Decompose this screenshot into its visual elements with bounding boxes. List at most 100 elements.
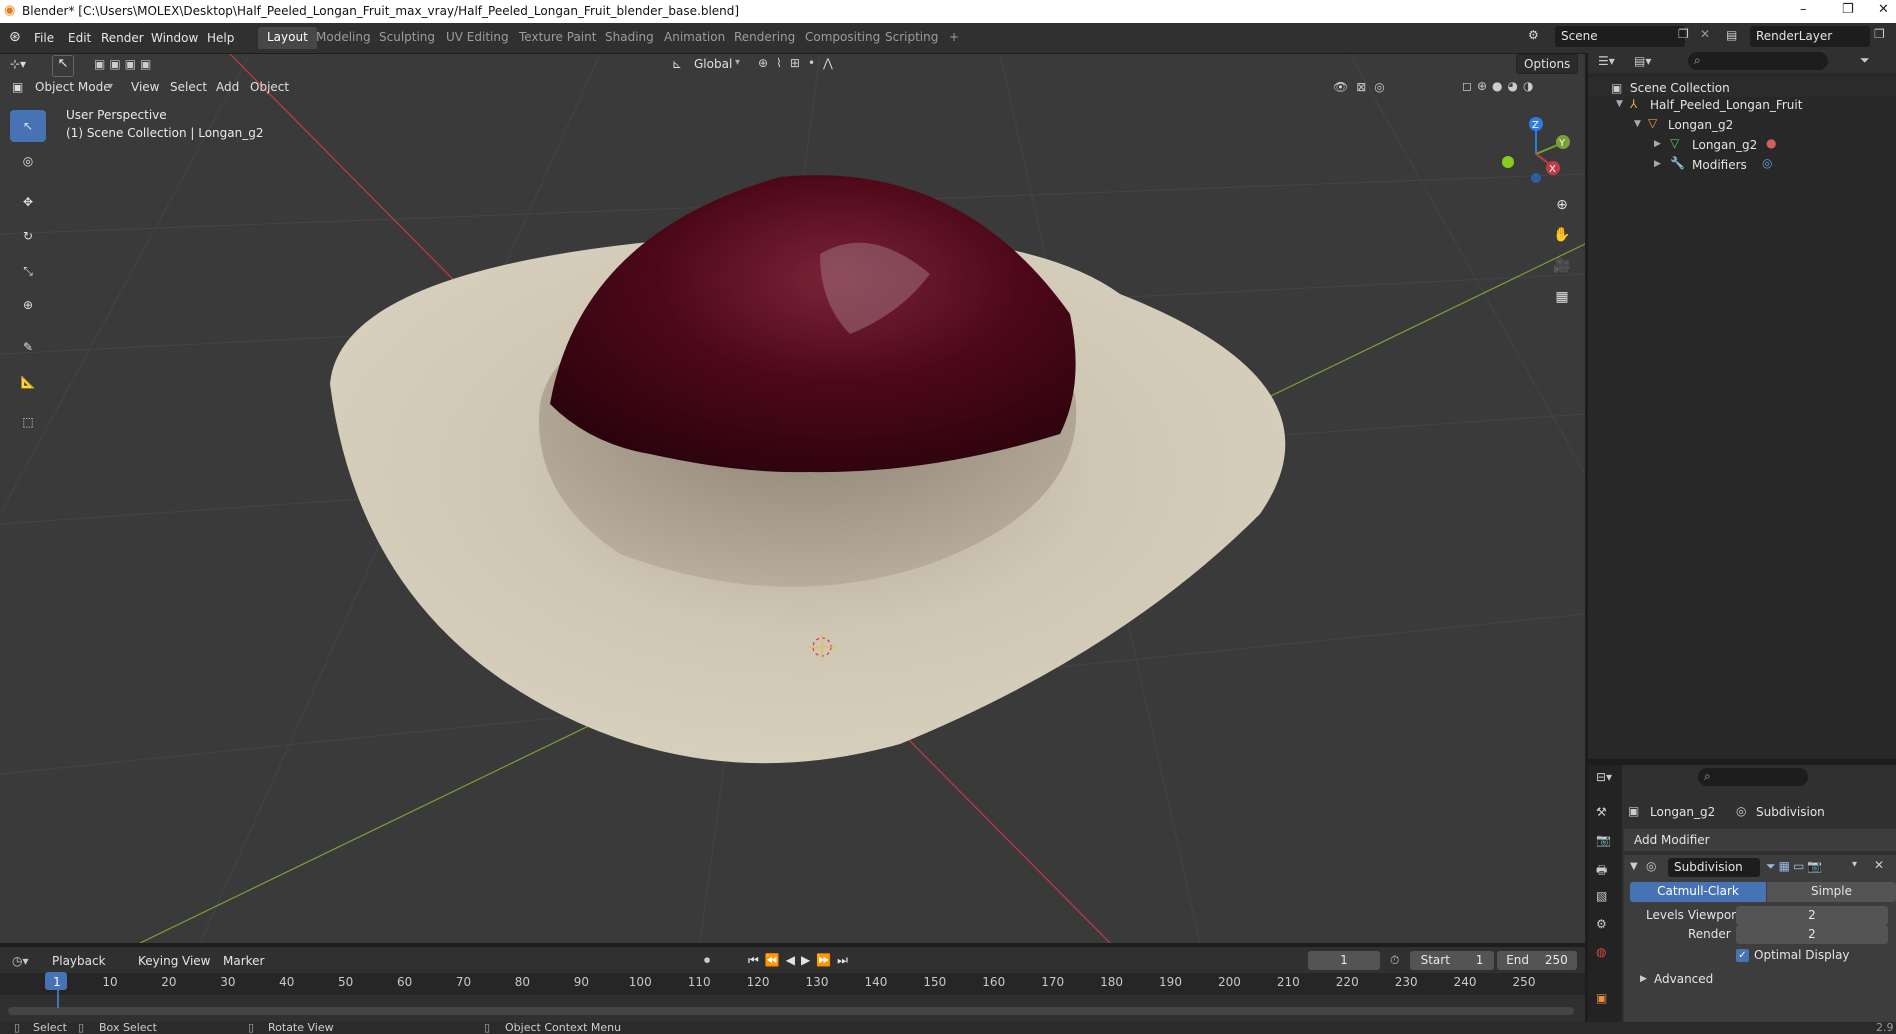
move-tool[interactable]: ✥ — [10, 186, 46, 218]
remove-modifier-icon[interactable]: ✕ — [1874, 858, 1884, 872]
new-render-layer-icon[interactable]: ❐ — [1874, 27, 1885, 41]
timeline-menu-keying[interactable]: Keying — [138, 954, 178, 968]
add-modifier-button[interactable]: Add Modifier — [1624, 829, 1896, 851]
view-layer-tab-icon[interactable]: ▧ — [1596, 889, 1607, 903]
menu-file[interactable]: File — [34, 31, 54, 45]
pivot-snap-icons[interactable]: ⊕⌇⊞•⋀ — [758, 56, 841, 70]
render-layer-selector[interactable]: RenderLayer — [1750, 26, 1870, 47]
filter-icon[interactable]: ⏷ — [1860, 53, 1870, 68]
timeline-editor-icon[interactable]: ◷▾ — [12, 954, 29, 968]
select-box-tool[interactable]: ↖ — [10, 110, 46, 142]
render-levels-field[interactable]: 2 — [1736, 925, 1888, 944]
advanced-subpanel[interactable]: Advanced — [1654, 972, 1713, 986]
timeline-menu-marker[interactable]: Marker — [223, 954, 264, 968]
tab-scripting[interactable]: Scripting — [876, 27, 947, 49]
tool-tab-icon[interactable]: ⚒ — [1596, 805, 1607, 819]
tab-modeling[interactable]: Modeling — [307, 27, 380, 49]
transform-tool[interactable]: ⊕ — [10, 289, 46, 321]
output-tab-icon[interactable]: 🖶 — [1596, 861, 1607, 882]
tab-texture-paint[interactable]: Texture Paint — [510, 27, 605, 49]
options-button[interactable]: Options — [1516, 54, 1579, 74]
annotate-tool[interactable]: ✎ — [10, 331, 46, 363]
visibility-gizmo-overlay-icons[interactable]: 👁⊠◎ — [1333, 80, 1393, 94]
modifier-name-input[interactable]: Subdivision — [1668, 858, 1760, 877]
outliner-editor-icon[interactable]: ☰▾ — [1598, 54, 1615, 68]
viewport-menu-object[interactable]: Object — [250, 80, 289, 94]
tab-sculpting[interactable]: Sculpting — [370, 27, 444, 49]
minimize-button[interactable]: – — [1800, 2, 1807, 17]
expand-arrow-icon[interactable]: ▶ — [1640, 974, 1647, 984]
object-tab-icon[interactable]: ▣ — [1596, 991, 1607, 1005]
close-window-button[interactable]: ✕ — [1878, 2, 1889, 17]
menu-render[interactable]: Render — [101, 31, 144, 45]
playback-controls-icons[interactable]: ⏮⏪◀▶⏩⏭ — [748, 953, 854, 968]
current-frame-field[interactable]: 1 — [1308, 951, 1380, 970]
outliner-item-half-peeled[interactable]: Half_Peeled_Longan_Fruit — [1650, 98, 1802, 112]
scene-tab-icon[interactable]: ⚙ — [1596, 917, 1607, 931]
scale-tool[interactable]: ⤡ — [10, 255, 46, 287]
zoom-view-button[interactable]: ⊕ — [1548, 191, 1576, 219]
delete-scene-icon[interactable]: ✕ — [1700, 27, 1710, 41]
stopwatch-icon[interactable]: ⏱ — [1390, 953, 1399, 968]
object-mode-select[interactable]: Object Mode — [35, 80, 111, 94]
render-tab-icon[interactable]: 📷 — [1596, 833, 1611, 847]
record-keyframe-icon[interactable]: ⏺ — [704, 953, 710, 968]
new-scene-icon[interactable]: ❐ — [1678, 27, 1689, 41]
cube-add-icon: ⬚ — [22, 415, 34, 429]
add-cube-tool[interactable]: ⬚ — [10, 406, 46, 438]
blender-menu-icon[interactable]: ⊛ — [9, 29, 21, 45]
subdivision-modifier-icon[interactable]: ◎ — [1762, 156, 1772, 170]
outliner-item-longan-object[interactable]: Longan_g2 — [1668, 118, 1733, 132]
world-tab-icon[interactable]: ◍ — [1596, 945, 1606, 959]
transform-orientation-select[interactable]: Global — [694, 57, 732, 71]
properties-editor-icon[interactable]: ⊟▾ — [1596, 770, 1612, 784]
menu-window[interactable]: Window — [151, 31, 198, 45]
timeline-scrollbar[interactable] — [8, 1007, 1574, 1015]
material-icon[interactable]: ● — [1766, 136, 1776, 150]
levels-viewport-field[interactable]: 2 — [1736, 906, 1888, 925]
measure-tool[interactable]: 📐 — [10, 366, 46, 398]
outliner-item-modifiers[interactable]: Modifiers — [1692, 158, 1747, 172]
selection-mode-icons[interactable]: ▣▣▣▣ — [94, 57, 155, 71]
rotate-tool[interactable]: ↻ — [10, 220, 46, 252]
timeline-menu-view[interactable]: View — [182, 954, 210, 968]
display-mode-icon[interactable]: ▤▾ — [1634, 54, 1651, 68]
outliner-item-longan-mesh[interactable]: Longan_g2 — [1692, 138, 1757, 152]
viewport-menu-add[interactable]: Add — [216, 80, 239, 94]
tab-shading[interactable]: Shading — [596, 27, 663, 49]
longan-seed[interactable] — [550, 175, 1076, 473]
menu-edit[interactable]: Edit — [68, 31, 91, 45]
cursor-tool[interactable]: ◎ — [10, 145, 46, 177]
editor-type-icon[interactable]: ⊹▾ — [10, 57, 26, 71]
collapse-arrow-icon[interactable]: ▼ — [1630, 861, 1638, 872]
modifier-menu-chevron-icon[interactable]: ▾ — [1852, 859, 1857, 870]
ortho-view-button[interactable]: ▦ — [1548, 283, 1576, 311]
outliner-search-input[interactable]: ⌕ — [1688, 52, 1828, 70]
tab-rendering[interactable]: Rendering — [725, 27, 804, 49]
tab-animation[interactable]: Animation — [655, 27, 734, 49]
camera-view-button[interactable]: 🎥 — [1548, 252, 1576, 280]
simple-button[interactable]: Simple — [1767, 882, 1896, 902]
viewport-menu-view[interactable]: View — [131, 80, 159, 94]
viewport-menu-select[interactable]: Select — [170, 80, 207, 94]
expand-arrow-icon[interactable]: ▶ — [1654, 139, 1661, 149]
properties-search-input[interactable]: ⌕ — [1698, 768, 1808, 786]
optimal-display-checkbox[interactable]: ✓ — [1736, 949, 1749, 962]
select-tool-icon[interactable]: ↖ — [52, 55, 74, 77]
add-workspace-button[interactable]: + — [940, 27, 968, 49]
3d-viewport[interactable]: Z Y X — [0, 54, 1585, 943]
expand-arrow-icon[interactable]: ▼ — [1634, 119, 1641, 129]
timeline-menu-playback[interactable]: Playback — [52, 954, 106, 968]
expand-arrow-icon[interactable]: ▼ — [1616, 99, 1623, 109]
modifier-visibility-icons[interactable]: ⏷▦▭📷 — [1766, 859, 1825, 874]
start-frame-field[interactable]: Start 1 — [1410, 951, 1494, 970]
restore-button[interactable]: ❐ — [1842, 2, 1854, 17]
menu-help[interactable]: Help — [207, 31, 234, 45]
expand-arrow-icon[interactable]: ▶ — [1654, 159, 1661, 169]
pan-view-button[interactable]: ✋ — [1548, 221, 1576, 249]
end-frame-field[interactable]: End 250 — [1497, 951, 1577, 970]
catmull-clark-button[interactable]: Catmull-Clark — [1630, 882, 1766, 902]
tab-uv-editing[interactable]: UV Editing — [437, 27, 518, 49]
shading-mode-icons[interactable]: ◻⊕●◕◑ — [1462, 79, 1538, 93]
scene-selector[interactable]: Scene — [1555, 26, 1685, 47]
